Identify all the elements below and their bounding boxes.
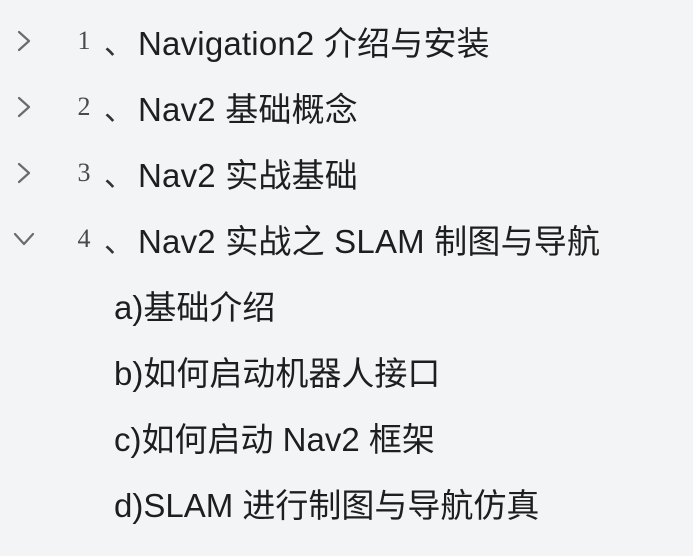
section-title: Navigation2 介绍与安装 [138,25,490,62]
section-separator: 、 [104,94,134,127]
subitem-d[interactable]: d)SLAM 进行制图与导航仿真 [0,470,693,536]
section-title: Nav2 实战基础 [138,157,359,194]
chevron-right-icon[interactable] [0,74,48,140]
section-4-subitems: a)基础介绍 b)如何启动机器人接口 c)如何启动 Nav2 框架 d)SLAM… [0,272,693,536]
outline-section-3[interactable]: 3 、 Nav2 实战基础 [0,140,693,206]
outline-section-1[interactable]: 1 、 Navigation2 介绍与安装 [0,8,693,74]
section-number: 3 [77,158,91,187]
section-separator: 、 [104,226,134,259]
outline-section-4[interactable]: 4 、 Nav2 实战之 SLAM 制图与导航 [0,206,693,272]
course-outline: 1 、 Navigation2 介绍与安装 2 、 Nav2 基础概念 3 、 … [0,0,693,556]
subitem-b[interactable]: b)如何启动机器人接口 [0,338,693,404]
section-separator: 、 [104,160,134,193]
subitem-c[interactable]: c)如何启动 Nav2 框架 [0,404,693,470]
section-number: 2 [77,92,91,121]
section-separator: 、 [104,28,134,61]
section-title: Nav2 实战之 SLAM 制图与导航 [138,223,601,260]
section-number: 1 [77,26,91,55]
section-title: Nav2 基础概念 [138,91,359,128]
chevron-right-icon[interactable] [0,8,48,74]
chevron-right-icon[interactable] [0,140,48,206]
chevron-down-icon[interactable] [0,206,48,272]
outline-section-2[interactable]: 2 、 Nav2 基础概念 [0,74,693,140]
subitem-a[interactable]: a)基础介绍 [0,272,693,338]
section-number: 4 [77,224,91,253]
